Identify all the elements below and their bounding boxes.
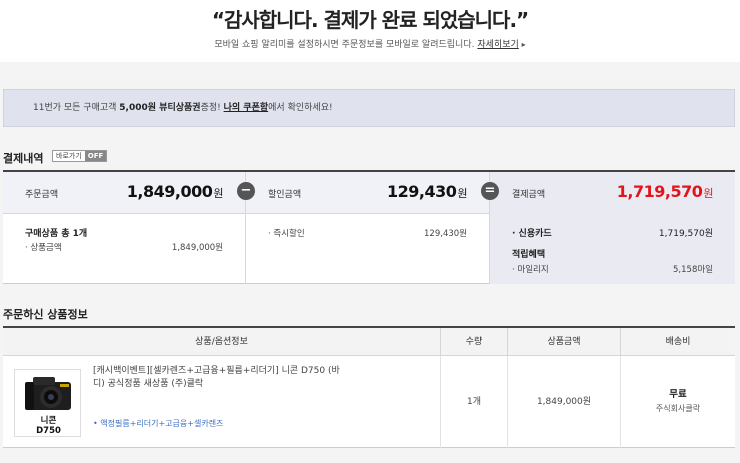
item-amount-label: · 상품금액: [25, 243, 62, 253]
column-header-product: 상품/옵션정보: [3, 328, 441, 356]
shortcut-toggle[interactable]: 바로가기 OFF: [52, 150, 108, 162]
detail-link[interactable]: 자세히보기: [477, 40, 518, 50]
product-options: • 액정필름+리더기+고급융+셀카렌즈: [93, 419, 224, 428]
thumbnail-caption-line-2: D750: [36, 426, 61, 436]
thumbnail-caption-line-1: 니콘: [40, 416, 57, 426]
credit-card-label: · 신용카드: [512, 229, 552, 239]
instant-discount-value: 129,430원: [424, 229, 467, 239]
total-number: 1,719,570: [616, 182, 703, 201]
order-amount-label: 주문금액: [25, 190, 59, 200]
column-header-quantity: 수량: [441, 328, 508, 356]
promo-prefix: 11번가 모든 구매고객: [33, 103, 120, 113]
credit-card-value: 1,719,570원: [658, 229, 713, 239]
mobile-alert-text: 모바일 쇼핑 알리미를 설정하시면 주문정보를 모바일로 알려드립니다.: [214, 40, 475, 50]
discount-unit: 원: [457, 187, 467, 200]
reward-title: 적립혜택: [512, 247, 713, 260]
total-value: 1,719,570원: [616, 182, 714, 201]
promo-middle: 증정!: [200, 103, 224, 113]
chevron-right-icon: ▸: [521, 40, 526, 49]
discount-label: 할인금액: [268, 190, 302, 200]
product-thumbnail[interactable]: Nikon 니콘 D750: [14, 369, 81, 437]
promo-notice: 11번가 모든 구매고객 5,000원 뷰티상품권증정! 나의 쿠폰함에서 확인…: [3, 89, 735, 127]
order-amount-value: 1,849,000원: [126, 182, 224, 201]
order-amount-unit: 원: [213, 187, 223, 200]
purchase-count-label: 구매상품 총 1개: [25, 229, 88, 239]
product-info-cell: Nikon 니콘 D750 [캐시백이벤트][셀카렌즈+고급융+필름+리더기] …: [3, 356, 441, 448]
thumbnail-brand: Nikon: [58, 375, 78, 382]
discount-column: 할인금액 129,430원 · 즉시할인 129,430원: [246, 172, 490, 284]
total-label: 결제금액: [512, 190, 546, 200]
thumbnail-caption: 니콘 D750: [15, 416, 82, 436]
mileage-label: · 마일리지: [512, 265, 549, 275]
instant-discount-row: · 즉시할인 129,430원: [268, 227, 467, 239]
product-table-header: 상품/옵션정보 수량 상품금액 배송비: [3, 328, 735, 356]
quantity-cell: 1개: [441, 356, 508, 448]
item-amount-value: 1,849,000원: [171, 243, 223, 253]
discount-number: 129,430: [387, 182, 457, 201]
discount-value: 129,430원: [387, 182, 467, 201]
shipping-company: 주식회사클락: [655, 404, 701, 413]
reward-label: 적립혜택: [512, 250, 546, 260]
product-name-link[interactable]: [캐시백이벤트][셀카렌즈+고급융+필름+리더기] 니콘 D750 (바디) 공…: [93, 365, 343, 391]
column-header-shipping: 배송비: [665, 337, 691, 347]
completion-headline: “감사합니다. 결제가 완료 되었습니다.”: [211, 8, 529, 32]
shortcut-state: OFF: [84, 151, 107, 161]
order-amount-column: 주문금액 1,849,000원 구매상품 총 1개 · 상품금액 1,849,00…: [3, 172, 246, 284]
mobile-alert-notice: 모바일 쇼핑 알리미를 설정하시면 주문정보를 모바일로 알려드립니다. 자세히…: [0, 37, 740, 50]
minus-icon: −: [237, 182, 255, 200]
promo-highlight: 5,000원 뷰티상품권: [119, 103, 201, 113]
promo-suffix: 에서 확인하세요!: [268, 103, 333, 113]
total-column: 결제금액 1,719,570원 · 신용카드 1,719,570원 적립혜택 · …: [490, 172, 735, 284]
payment-section-title: 결제내역: [3, 152, 44, 165]
shortcut-label: 바로가기: [53, 151, 85, 161]
mileage-row: · 마일리지 5,158마일: [512, 263, 713, 275]
product-table: 상품/옵션정보 수량 상품금액 배송비 Nikon 니콘 D750 [캐시백이벤…: [3, 326, 735, 448]
coupon-box-link[interactable]: 나의 쿠폰함: [224, 103, 269, 113]
column-header-price: 상품금액: [508, 328, 621, 356]
price-cell: 1,849,000원: [508, 356, 621, 448]
shipping-fee: 무료: [669, 389, 687, 400]
mileage-value: 5,158마일: [673, 265, 713, 275]
item-amount-row: · 상품금액 1,849,000원: [25, 241, 223, 253]
total-unit: 원: [703, 187, 713, 200]
products-section-title: 주문하신 상품정보: [3, 308, 88, 321]
credit-card-row: · 신용카드 1,719,570원: [512, 226, 713, 239]
purchase-count: 구매상품 총 1개: [25, 226, 223, 239]
payment-summary: 주문금액 1,849,000원 구매상품 총 1개 · 상품금액 1,849,00…: [3, 170, 735, 284]
shipping-cell: 무료 주식회사클락: [621, 356, 735, 448]
instant-discount-label: · 즉시할인: [268, 229, 305, 239]
equals-icon: =: [481, 182, 499, 200]
order-amount-number: 1,849,000: [126, 182, 213, 201]
